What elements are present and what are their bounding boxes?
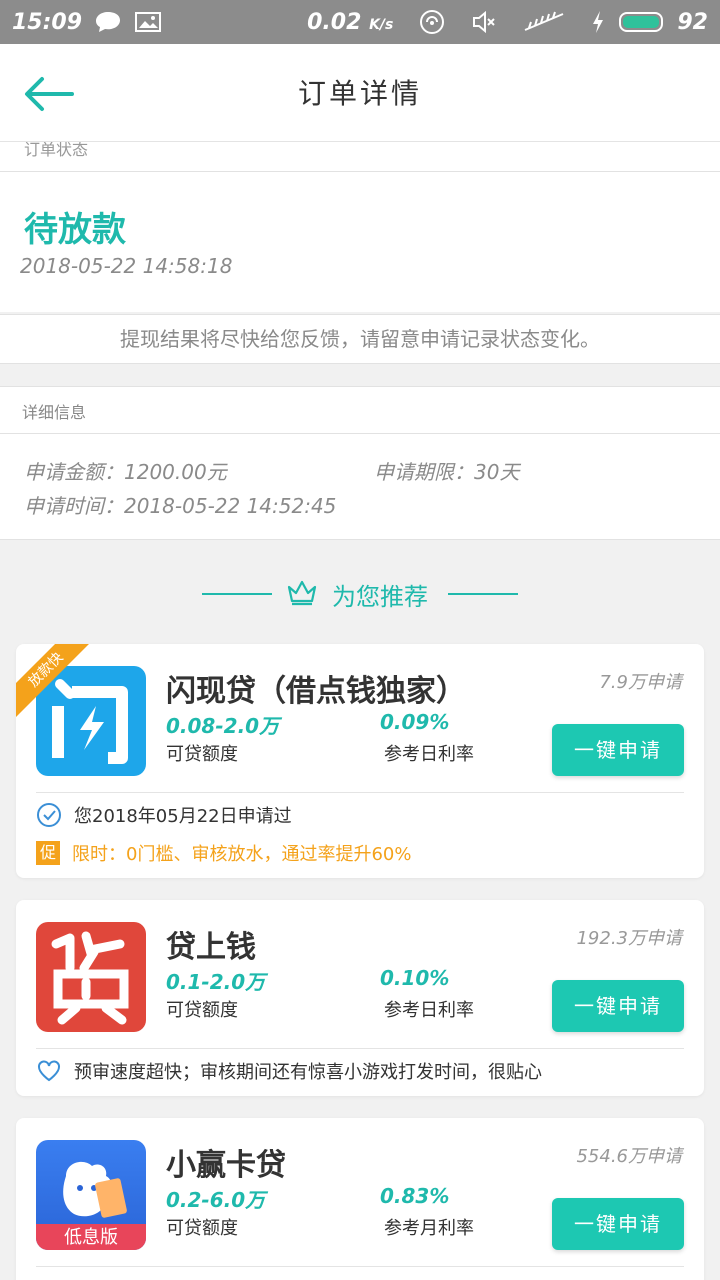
signal-icon bbox=[523, 10, 565, 34]
product-name: 贷上钱 bbox=[166, 930, 256, 965]
battery-icon bbox=[619, 12, 664, 32]
status-right: 0.02 K/s 92 bbox=[307, 9, 708, 35]
heart-icon bbox=[36, 1059, 62, 1083]
recommend-title: 为您推荐 bbox=[332, 582, 428, 611]
product-card[interactable]: 低息版 小赢卡贷 554.6万申请 0.2-6.0万 可贷额度 0.83% 参考… bbox=[16, 1118, 704, 1280]
apply-term: 申请期限：30天 bbox=[374, 460, 520, 484]
order-status-label-row: 订单状态 bbox=[0, 142, 720, 172]
applied-note: 您2018年05月22日申请过 bbox=[74, 806, 292, 827]
product-logo: 低息版 bbox=[36, 1140, 146, 1250]
mascot-logo-icon: 低息版 bbox=[36, 1161, 146, 1250]
detail-header: 详细信息 bbox=[0, 386, 720, 434]
card-divider bbox=[36, 1266, 684, 1267]
divider-line-right bbox=[448, 593, 518, 595]
apply-count: 554.6万申请 bbox=[576, 1146, 682, 1167]
detail-body: 申请金额：1200.00元 申请期限：30天 申请时间：2018-05-22 1… bbox=[0, 434, 720, 540]
product-name: 闪现贷（借点钱独家） bbox=[166, 674, 466, 709]
applied-note-row: 您2018年05月22日申请过 bbox=[36, 802, 292, 828]
chat-icon bbox=[94, 10, 122, 34]
card-divider bbox=[36, 792, 684, 793]
nfc-icon bbox=[419, 9, 445, 35]
logo-text: 低息版 bbox=[64, 1227, 118, 1248]
loan-range-label: 可贷额度 bbox=[166, 1218, 238, 1239]
network-speed: 0.02 K/s bbox=[307, 10, 393, 35]
page-title: 订单详情 bbox=[297, 77, 422, 110]
interest-rate: 0.09% bbox=[380, 710, 450, 734]
apply-button[interactable]: 一键申请 bbox=[552, 980, 684, 1032]
apply-time: 申请时间：2018-05-22 14:52:45 bbox=[24, 494, 337, 518]
app-header: 订单详情 bbox=[0, 44, 720, 142]
interest-rate-label: 参考日利率 bbox=[384, 1000, 474, 1021]
apply-count: 7.9万申请 bbox=[599, 672, 682, 693]
loan-range: 0.08-2.0万 bbox=[166, 714, 280, 738]
feature-text: 预审速度超快；审核期间还有惊喜小游戏打发时间，很贴心 bbox=[74, 1062, 542, 1083]
speed-unit: K/s bbox=[369, 16, 394, 33]
promo-row: 促 限时：0门槛、审核放水，通过率提升60% bbox=[36, 840, 411, 866]
order-status-note: 提现结果将尽快给您反馈，请留意申请记录状态变化。 bbox=[0, 314, 720, 364]
speed-value: 0.02 bbox=[307, 9, 362, 35]
promo-text: 限时：0门槛、审核放水，通过率提升60% bbox=[72, 844, 412, 865]
loan-range-label: 可贷额度 bbox=[166, 1000, 238, 1021]
flash-logo-icon bbox=[52, 679, 128, 764]
loan-range-label: 可贷额度 bbox=[166, 744, 238, 765]
check-circle-icon bbox=[36, 802, 62, 828]
mute-icon bbox=[471, 10, 497, 34]
product-name: 小赢卡贷 bbox=[166, 1148, 286, 1183]
interest-rate-label: 参考月利率 bbox=[384, 1218, 474, 1239]
interest-rate: 0.10% bbox=[380, 966, 450, 990]
order-status-time: 2018-05-22 14:58:18 bbox=[20, 254, 233, 278]
battery-level: 92 bbox=[677, 9, 708, 35]
loan-range: 0.1-2.0万 bbox=[166, 970, 266, 994]
product-card[interactable]: 贷上钱 192.3万申请 0.1-2.0万 可贷额度 0.10% 参考日利率 一… bbox=[16, 900, 704, 1096]
interest-rate-label: 参考日利率 bbox=[384, 744, 474, 765]
divider-line-left bbox=[202, 593, 272, 595]
image-icon bbox=[134, 10, 162, 34]
order-status-label: 订单状态 bbox=[24, 142, 89, 159]
status-bar: 15:09 0.02 K/s 92 bbox=[0, 0, 720, 44]
crown-icon bbox=[286, 578, 318, 610]
detail-label: 详细信息 bbox=[22, 403, 87, 422]
order-status-block: 待放款 2018-05-22 14:58:18 bbox=[0, 172, 720, 312]
recommend-header: 为您推荐 bbox=[0, 572, 720, 616]
feature-row: 预审速度超快；审核期间还有惊喜小游戏打发时间，很贴心 bbox=[36, 1058, 696, 1084]
product-card[interactable]: 放款快 闪现贷（借点钱独家） 7.9万申请 0.08-2.0万 可贷额度 0.0… bbox=[16, 644, 704, 878]
apply-count: 192.3万申请 bbox=[576, 928, 682, 949]
apply-button[interactable]: 一键申请 bbox=[552, 1198, 684, 1250]
charging-icon bbox=[591, 10, 605, 34]
apply-button[interactable]: 一键申请 bbox=[552, 724, 684, 776]
promo-tag: 促 bbox=[36, 841, 60, 865]
status-time: 15:09 bbox=[12, 9, 83, 35]
card-divider bbox=[36, 1048, 684, 1049]
order-status-text: 待放款 bbox=[24, 210, 126, 250]
apply-amount: 申请金额：1200.00元 bbox=[24, 460, 227, 484]
loan-logo-icon bbox=[51, 931, 129, 1025]
interest-rate: 0.83% bbox=[380, 1184, 450, 1208]
product-logo bbox=[36, 922, 146, 1032]
loan-range: 0.2-6.0万 bbox=[166, 1188, 266, 1212]
product-logo bbox=[36, 666, 146, 776]
